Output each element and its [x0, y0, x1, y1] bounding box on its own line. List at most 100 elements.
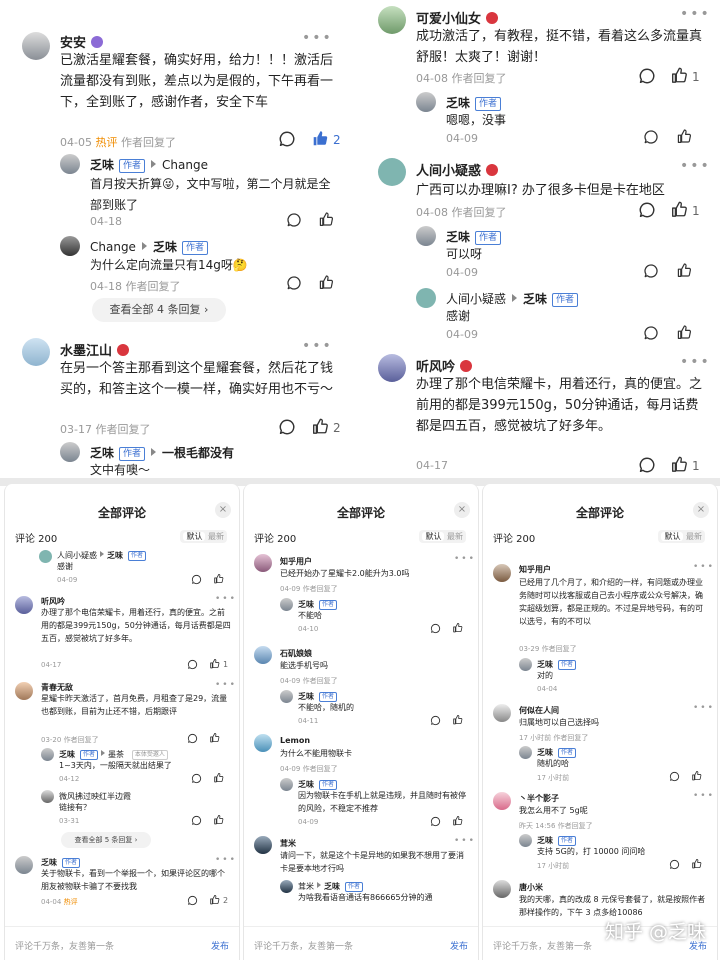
avatar[interactable]: [39, 550, 52, 563]
comment-author[interactable]: 知乎用户: [519, 564, 551, 575]
avatar[interactable]: [493, 792, 511, 810]
more-icon[interactable]: •••: [680, 158, 711, 174]
avatar[interactable]: [280, 598, 293, 611]
reply-icon[interactable]: [278, 418, 296, 436]
like-icon[interactable]: [213, 573, 224, 584]
reply-icon[interactable]: [191, 773, 202, 784]
reply-icon[interactable]: [187, 733, 198, 744]
comment-author[interactable]: 可爱小仙女: [416, 8, 498, 27]
reply-icon[interactable]: [643, 325, 659, 341]
comment-author[interactable]: 安安: [60, 32, 103, 51]
more-icon[interactable]: •••: [302, 338, 333, 354]
avatar[interactable]: [22, 338, 50, 366]
close-icon[interactable]: ×: [454, 502, 470, 518]
like-icon[interactable]: [670, 455, 688, 473]
reply-icon[interactable]: [643, 263, 659, 279]
avatar[interactable]: [416, 288, 436, 308]
like-icon[interactable]: [670, 200, 688, 218]
avatar[interactable]: [60, 154, 80, 174]
avatar[interactable]: [280, 880, 293, 893]
reply-icon[interactable]: [286, 212, 302, 228]
more-icon[interactable]: •••: [454, 554, 476, 564]
avatar[interactable]: [60, 442, 80, 462]
avatar[interactable]: [254, 646, 272, 664]
view-all-replies-button[interactable]: 查看全部 5 条回复 ›: [61, 832, 151, 848]
avatar[interactable]: [254, 554, 272, 572]
like-icon[interactable]: [318, 274, 334, 290]
reply-icon[interactable]: [638, 67, 656, 85]
close-icon[interactable]: ×: [693, 502, 709, 518]
more-icon[interactable]: •••: [454, 836, 476, 846]
comment-author[interactable]: 水墨江山: [60, 340, 129, 359]
comment-input[interactable]: 评论千万条，友善第一条: [493, 939, 592, 952]
like-icon[interactable]: [676, 262, 692, 278]
send-button[interactable]: 发布: [211, 939, 229, 952]
like-icon[interactable]: [209, 732, 220, 743]
reply-icon[interactable]: [187, 895, 198, 906]
reply-icon[interactable]: [430, 715, 441, 726]
like-icon[interactable]: [213, 772, 224, 783]
reply-icon[interactable]: [187, 659, 198, 670]
avatar[interactable]: [15, 596, 33, 614]
avatar[interactable]: [22, 32, 50, 60]
reply-icon[interactable]: [191, 815, 202, 826]
avatar[interactable]: [493, 564, 511, 582]
more-icon[interactable]: •••: [215, 594, 237, 604]
like-icon[interactable]: [452, 714, 463, 725]
reply-icon[interactable]: [669, 771, 680, 782]
comment-author[interactable]: 知乎用户: [280, 556, 312, 567]
like-icon[interactable]: [670, 66, 688, 84]
reply-icon[interactable]: [430, 623, 441, 634]
comment-author[interactable]: 听风吟: [416, 356, 472, 375]
like-icon[interactable]: [311, 129, 329, 147]
avatar[interactable]: [41, 748, 54, 761]
more-icon[interactable]: •••: [215, 855, 237, 865]
avatar[interactable]: [378, 354, 406, 382]
more-icon[interactable]: •••: [693, 703, 715, 713]
comment-author[interactable]: 何似在人间: [519, 705, 559, 716]
like-icon[interactable]: [676, 324, 692, 340]
like-icon[interactable]: [209, 894, 220, 905]
comment-author[interactable]: 唐小米: [519, 882, 543, 893]
avatar[interactable]: [254, 836, 272, 854]
reply-icon[interactable]: [638, 201, 656, 219]
like-icon[interactable]: [452, 815, 463, 826]
comment-author[interactable]: 石矶娘娘: [280, 648, 312, 659]
like-icon[interactable]: [213, 814, 224, 825]
like-icon[interactable]: [691, 770, 702, 781]
more-icon[interactable]: •••: [680, 6, 711, 22]
more-icon[interactable]: •••: [693, 562, 715, 572]
reply-icon[interactable]: [278, 130, 296, 148]
avatar[interactable]: [519, 746, 532, 759]
like-icon[interactable]: [691, 858, 702, 869]
avatar[interactable]: [254, 734, 272, 752]
avatar[interactable]: [493, 880, 511, 898]
comment-author[interactable]: Lemon: [280, 736, 310, 745]
more-icon[interactable]: •••: [680, 354, 711, 370]
avatar[interactable]: [280, 690, 293, 703]
reply-icon[interactable]: [638, 456, 656, 474]
comment-author[interactable]: 人间小疑惑: [416, 160, 498, 179]
reply-icon[interactable]: [191, 574, 202, 585]
avatar[interactable]: [416, 226, 436, 246]
more-icon[interactable]: •••: [302, 30, 333, 46]
like-icon[interactable]: [209, 658, 220, 669]
reply-icon[interactable]: [430, 816, 441, 827]
sort-toggle[interactable]: 默认 最新: [658, 530, 705, 543]
avatar[interactable]: [519, 658, 532, 671]
view-all-replies-button[interactable]: 查看全部 4 条回复 ›: [92, 298, 226, 322]
close-icon[interactable]: ×: [215, 502, 231, 518]
like-icon[interactable]: [311, 417, 329, 435]
send-button[interactable]: 发布: [450, 939, 468, 952]
like-icon[interactable]: [318, 211, 334, 227]
avatar[interactable]: [519, 834, 532, 847]
reply-icon[interactable]: [669, 859, 680, 870]
avatar[interactable]: [15, 856, 33, 874]
avatar[interactable]: [493, 704, 511, 722]
avatar[interactable]: [41, 790, 54, 803]
avatar[interactable]: [60, 236, 80, 256]
comment-input[interactable]: 评论千万条，友善第一条: [15, 939, 114, 952]
sort-toggle[interactable]: 默认 最新: [419, 530, 466, 543]
more-icon[interactable]: •••: [693, 791, 715, 801]
like-icon[interactable]: [676, 128, 692, 144]
